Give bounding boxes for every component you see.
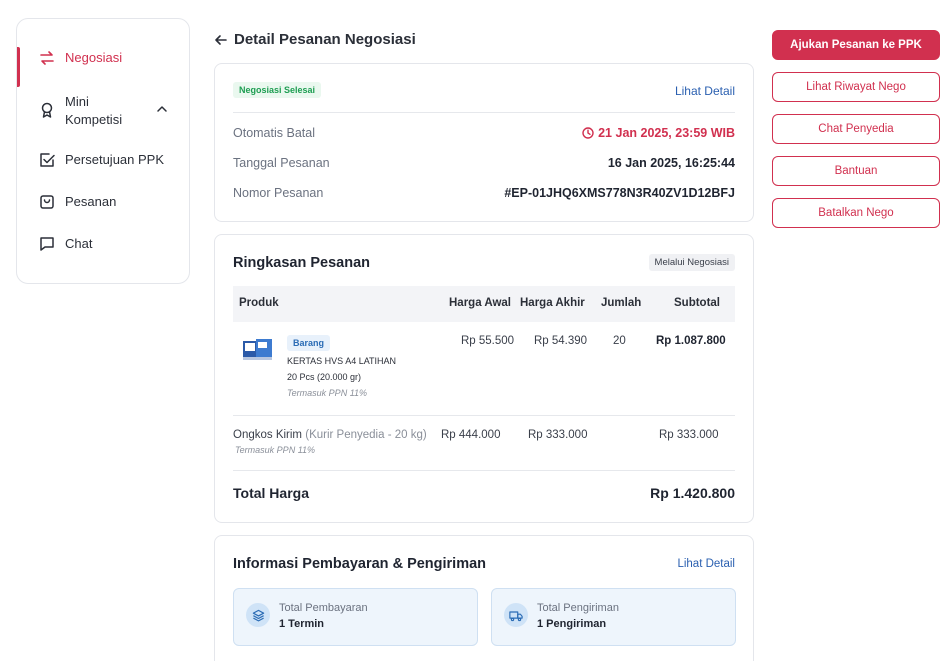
order-date-label: Tanggal Pesanan (233, 156, 330, 170)
checkbox-icon (37, 150, 57, 170)
negotiation-tag: Melalui Negosiasi (648, 254, 735, 271)
total-payment-value: 1 Termin (279, 618, 325, 630)
shipping-label-text: Ongkos Kirim (233, 429, 303, 441)
sidebar-item-persetujuan-ppk[interactable]: Persetujuan PPK (17, 151, 189, 169)
product-harga-awal: Rp 55.500 (461, 335, 515, 347)
award-icon (37, 100, 57, 120)
shipping-detail: (Kurir Penyedia - 20 kg) (305, 429, 427, 441)
sidebar-item-mini-kompetisi[interactable]: Mini Kompetisi (17, 91, 189, 129)
product-name: KERTAS HVS A4 LATIHAN (287, 356, 397, 366)
shipping-harga-akhir: Rp 333.000 (528, 429, 588, 441)
col-jumlah: Jumlah (601, 297, 642, 309)
product-type-badge: Barang (287, 335, 331, 351)
col-harga-awal: Harga Awal (449, 297, 511, 309)
shipping-label: Ongkos Kirim (Kurir Penyedia - 20 kg) (233, 429, 427, 441)
shopping-bag-icon (37, 192, 57, 212)
divider (233, 470, 735, 471)
table-header: Produk Harga Awal Harga Akhir Jumlah Sub… (233, 286, 735, 322)
shipping-tax-note: Termasuk PPN 11% (235, 445, 316, 455)
page-title-text: Detail Pesanan Negosiasi (234, 31, 416, 48)
cancel-nego-button[interactable]: Batalkan Nego (772, 198, 940, 228)
sidebar-item-label: Persetujuan PPK (65, 152, 165, 167)
payment-detail-link[interactable]: Lihat Detail (677, 558, 735, 570)
total-payment-box: Total Pembayaran 1 Termin (233, 588, 478, 646)
sidebar: Negosiasi Mini Kompetisi Persetujuan PPK… (16, 18, 190, 284)
order-summary-card: Ringkasan Pesanan Melalui Negosiasi Prod… (214, 234, 754, 523)
total-payment-label: Total Pembayaran (279, 602, 368, 614)
total-value: Rp 1.420.800 (650, 485, 735, 501)
sidebar-item-label: Mini Kompetisi (65, 94, 123, 127)
auto-cancel-value: 21 Jan 2025, 23:59 WIB (582, 126, 735, 140)
product-qty-detail: 20 Pcs (20.000 gr) (287, 372, 362, 382)
shipping-harga-awal: Rp 444.000 (441, 429, 501, 441)
col-harga-akhir: Harga Akhir (520, 297, 585, 309)
total-shipping-value: 1 Pengiriman (537, 618, 607, 630)
product-image (243, 339, 272, 360)
back-arrow-icon[interactable] (214, 33, 228, 47)
sidebar-item-label: Chat (65, 236, 93, 251)
total-shipping-box: Total Pengiriman 1 Pengiriman (491, 588, 736, 646)
divider (233, 415, 735, 416)
status-badge: Negosiasi Selesai (233, 82, 322, 98)
order-number-label: Nomor Pesanan (233, 186, 324, 200)
sidebar-item-label: Negosiasi (65, 50, 123, 65)
truck-icon (504, 603, 528, 627)
auto-cancel-text: 21 Jan 2025, 23:59 WIB (598, 126, 735, 140)
layers-icon (246, 603, 270, 627)
total-shipping-label: Total Pengiriman (537, 602, 619, 614)
product-jumlah: 20 (613, 335, 626, 347)
product-subtotal: Rp 1.087.800 (656, 335, 726, 347)
chevron-up-icon[interactable] (155, 102, 169, 116)
order-number-value: #EP-01JHQ6XMS778N3R40ZV1D12BFJ (504, 186, 735, 200)
detail-link[interactable]: Lihat Detail (675, 84, 735, 98)
product-harga-akhir: Rp 54.390 (534, 335, 588, 347)
order-status-card: Negosiasi Selesai Lihat Detail Otomatis … (214, 63, 754, 222)
shipping-subtotal: Rp 333.000 (659, 429, 719, 441)
sidebar-item-chat[interactable]: Chat (17, 235, 189, 253)
sidebar-item-label: Pesanan (65, 194, 117, 209)
nego-history-button[interactable]: Lihat Riwayat Nego (772, 72, 940, 102)
submit-to-ppk-button[interactable]: Ajukan Pesanan ke PPK (772, 30, 940, 60)
payment-shipping-card: Informasi Pembayaran & Pengiriman Lihat … (214, 535, 754, 661)
summary-title: Ringkasan Pesanan (233, 255, 370, 271)
arrows-swap-icon (37, 48, 57, 68)
sidebar-item-negosiasi[interactable]: Negosiasi (17, 47, 189, 87)
col-produk: Produk (239, 297, 279, 309)
total-label: Total Harga (233, 485, 309, 501)
help-button[interactable]: Bantuan (772, 156, 940, 186)
chat-icon (37, 234, 57, 254)
product-tax-note: Termasuk PPN 11% (287, 388, 368, 398)
page-title: Detail Pesanan Negosiasi (214, 31, 416, 48)
divider (233, 112, 735, 113)
order-date-value: 16 Jan 2025, 16:25:44 (607, 156, 735, 170)
clock-icon (582, 127, 594, 139)
sidebar-item-pesanan[interactable]: Pesanan (17, 193, 189, 211)
auto-cancel-label: Otomatis Batal (233, 126, 315, 140)
col-subtotal: Subtotal (674, 297, 720, 309)
payment-title: Informasi Pembayaran & Pengiriman (233, 556, 487, 572)
chat-vendor-button[interactable]: Chat Penyedia (772, 114, 940, 144)
